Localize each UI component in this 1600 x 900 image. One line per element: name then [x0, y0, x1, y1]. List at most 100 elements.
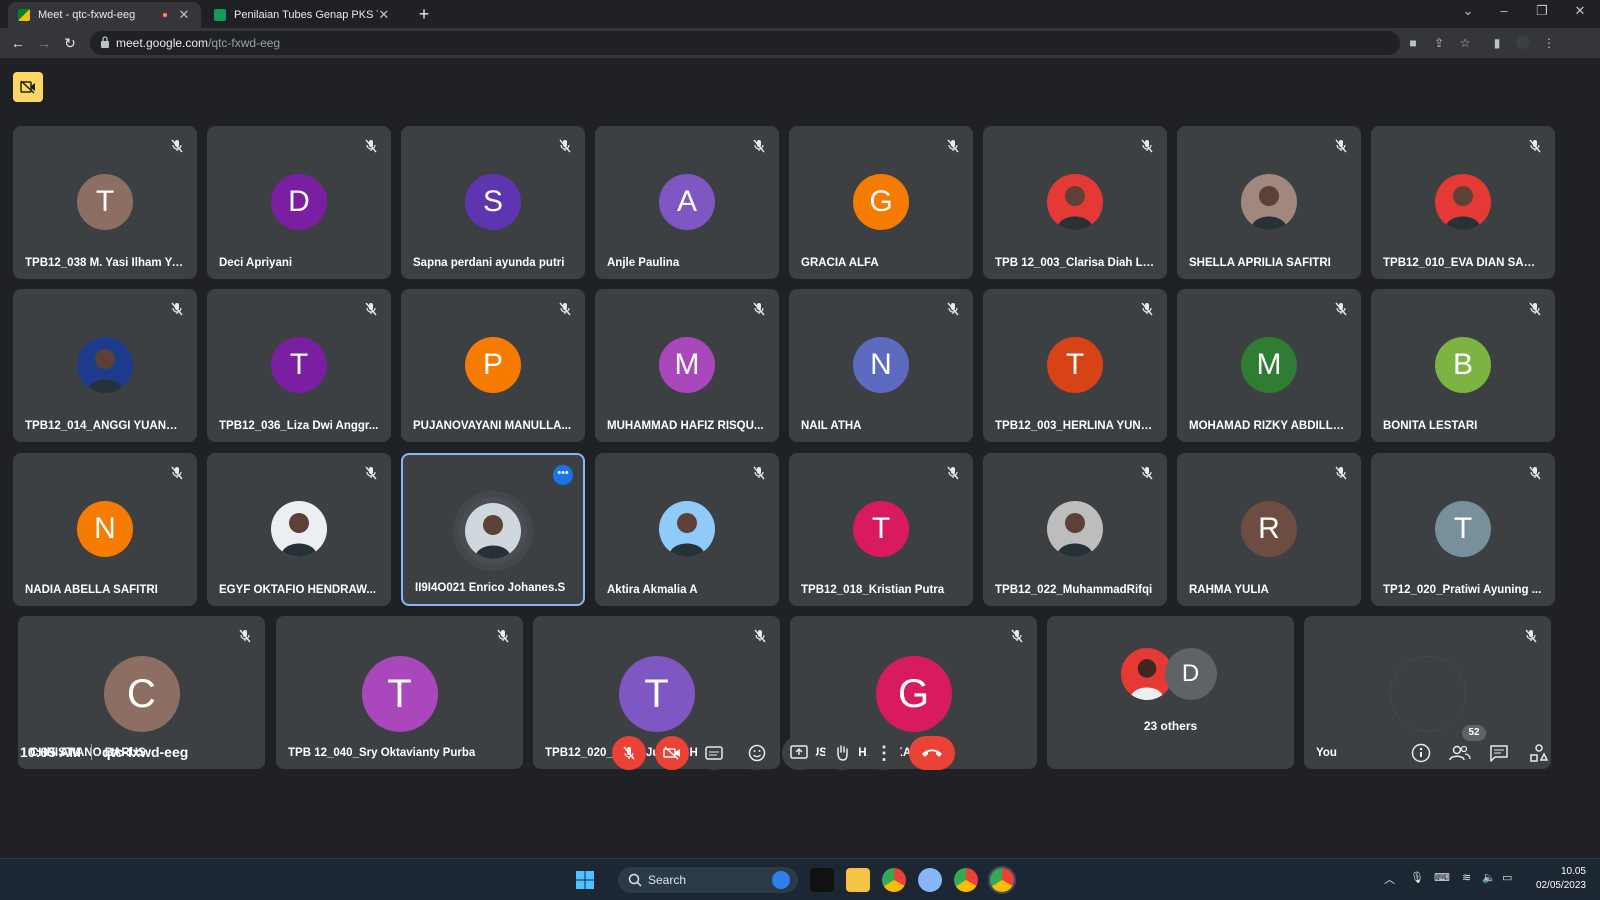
chrome-icon[interactable] [882, 868, 906, 892]
meeting-details-button[interactable] [1410, 742, 1432, 764]
lock-icon [101, 36, 109, 48]
reactions-button[interactable] [740, 736, 774, 770]
kebab-menu-icon[interactable]: ⋮ [1541, 35, 1557, 51]
hang-up-icon [922, 749, 942, 757]
speaker-icon[interactable]: 🔈 [1482, 871, 1496, 884]
microphone-icon[interactable]: 🎙 [1410, 871, 1424, 884]
keyboard-icon[interactable]: ⌨ [1434, 871, 1450, 884]
participant-name: SHELLA APRILIA SAFITRI [1189, 257, 1331, 269]
address-bar: ← → ↻ meet.google.com/qtc-fxwd-eeg ■ ⇪ ☆… [0, 28, 1600, 58]
participant-name: RAHMA YULIA [1189, 584, 1269, 596]
participant-tile[interactable]: TPB12_010_EVA DIAN SARI ... [1371, 126, 1555, 279]
activities-icon [1530, 744, 1549, 762]
people-button[interactable] [1449, 742, 1471, 764]
participant-tile[interactable]: N NAIL ATHA [789, 289, 973, 442]
participant-name: PUJANOVAYANI MANULLA... [413, 420, 572, 432]
participant-name: NADIA ABELLA SAFITRI [25, 584, 158, 596]
participant-tile[interactable]: SHELLA APRILIA SAFITRI [1177, 126, 1361, 279]
chat-button[interactable] [1488, 742, 1510, 764]
participant-tile[interactable]: P PUJANOVAYANI MANULLA... [401, 289, 585, 442]
bookmark-star-icon[interactable]: ☆ [1457, 35, 1473, 51]
recording-badge-icon[interactable] [13, 72, 43, 102]
taskbar-search[interactable]: Search [618, 867, 798, 893]
leave-call-button[interactable] [909, 736, 955, 770]
captions-button[interactable] [697, 736, 731, 770]
emoji-icon [748, 744, 766, 762]
participant-tile[interactable]: T TPB12_003_HERLINA YUNIT... [983, 289, 1167, 442]
avatar: T [618, 656, 695, 732]
participant-name: MUHAMMAD HAFIZ RISQU... [607, 420, 764, 432]
meeting-code: qtc-fxwd-eeg [101, 744, 189, 760]
activities-button[interactable] [1528, 742, 1550, 764]
others-tile[interactable]: D 23 others [1047, 616, 1294, 769]
omnibox[interactable]: meet.google.com/qtc-fxwd-eeg [90, 31, 1400, 55]
muted-mic-icon [363, 138, 379, 154]
participant-tile[interactable]: B BONITA LESTARI [1371, 289, 1555, 442]
close-window-icon[interactable]: ✕ [1570, 3, 1590, 19]
participant-name: TPB12_018_Kristian Putra [801, 584, 945, 596]
tab-sheets[interactable]: Penilaian Tubes Genap PKS TPB ✕ [204, 2, 400, 28]
participant-tile[interactable]: T TPB 12_040_Sry Oktavianty Purba [276, 616, 523, 769]
participant-tile[interactable]: T TP12_020_Pratiwi Ayuning ... [1371, 453, 1555, 606]
raise-hand-button[interactable] [825, 736, 859, 770]
participant-tile[interactable]: R RAHMA YULIA [1177, 453, 1361, 606]
participant-tile[interactable]: N NADIA ABELLA SAFITRI [13, 453, 197, 606]
microphone-off-button[interactable] [612, 736, 646, 770]
participant-name: II9I4O021 Enrico Johanes.S [415, 582, 566, 594]
close-tab-icon[interactable]: ✕ [378, 7, 390, 23]
close-tab-icon[interactable]: ✕ [177, 7, 191, 23]
chrome-profile-icon[interactable] [954, 868, 978, 892]
system-clock[interactable]: 10.05 02/05/2023 [1536, 865, 1586, 893]
camera-off-button[interactable] [655, 736, 689, 770]
muted-mic-icon [363, 465, 379, 481]
participant-tile[interactable]: TPB 12_003_Clarisa Diah Le... [983, 126, 1167, 279]
file-explorer-icon[interactable] [846, 868, 870, 892]
settings-gear-icon[interactable] [918, 868, 942, 892]
tab-search-icon[interactable]: ⌄ [1458, 3, 1478, 19]
windows-start-icon[interactable] [573, 868, 597, 892]
participant-tile[interactable]: D Deci Apriyani [207, 126, 391, 279]
clock-date: 02/05/2023 [1535, 880, 1586, 891]
wifi-icon[interactable]: ≋ [1462, 871, 1471, 884]
participant-tile[interactable]: M MUHAMMAD HAFIZ RISQU... [595, 289, 779, 442]
participant-tile[interactable]: S Sapna perdani ayunda putri [401, 126, 585, 279]
reload-icon[interactable]: ↻ [60, 33, 80, 53]
more-options-button[interactable]: ⋮ [867, 736, 901, 770]
present-screen-button[interactable] [782, 736, 816, 770]
restore-icon[interactable]: ❐ [1532, 3, 1552, 19]
profile-avatar[interactable] [1515, 35, 1531, 51]
forward-icon[interactable]: → [34, 33, 54, 53]
camera-in-use-icon[interactable]: ■ [1405, 35, 1421, 51]
participant-tile[interactable]: G GRACIA ALFA [789, 126, 973, 279]
tab-meet[interactable]: Meet - qtc-fxwd-eeg ✕ [8, 2, 201, 28]
participant-tile[interactable]: EGYF OKTAFIO HENDRAW... [207, 453, 391, 606]
epic-games-icon[interactable] [810, 868, 834, 892]
avatar: T [853, 501, 909, 557]
participant-tile[interactable]: ••• II9I4O021 Enrico Johanes.S [401, 453, 585, 606]
recording-icon [161, 11, 169, 19]
participant-tile[interactable]: T TPB12_038 M. Yasi Ilham Yu... [13, 126, 197, 279]
avatar: A [659, 174, 715, 230]
back-icon[interactable]: ← [8, 33, 28, 53]
participant-tile[interactable]: TPB12_014_ANGGI YUANA ... [13, 289, 197, 442]
avatar: S [465, 174, 521, 230]
avatar: B [1435, 337, 1491, 393]
participant-tile[interactable]: M MOHAMAD RIZKY ABDILLAH [1177, 289, 1361, 442]
side-panel-icon[interactable]: ▮ [1489, 35, 1505, 51]
participant-tile[interactable]: Aktira Akmalia A [595, 453, 779, 606]
participant-tile[interactable]: A Anjle Paulina [595, 126, 779, 279]
muted-mic-icon [1139, 138, 1155, 154]
participant-tile[interactable]: T TPB12_018_Kristian Putra [789, 453, 973, 606]
more-options-icon[interactable]: ••• [553, 465, 573, 485]
muted-mic-icon [1527, 138, 1543, 154]
battery-icon[interactable]: ▭ [1502, 871, 1512, 884]
minimize-icon[interactable]: – [1494, 3, 1514, 18]
new-tab-icon[interactable]: + [414, 4, 434, 25]
avatar: T [271, 337, 327, 393]
avatar: D [1164, 648, 1217, 700]
share-icon[interactable]: ⇪ [1431, 35, 1447, 51]
chevron-up-icon[interactable]: ︿ [1384, 871, 1395, 887]
chrome-active-icon[interactable] [988, 866, 1016, 894]
participant-tile[interactable]: TPB12_022_MuhammadRifqi [983, 453, 1167, 606]
participant-tile[interactable]: T TPB12_036_Liza Dwi Anggr... [207, 289, 391, 442]
